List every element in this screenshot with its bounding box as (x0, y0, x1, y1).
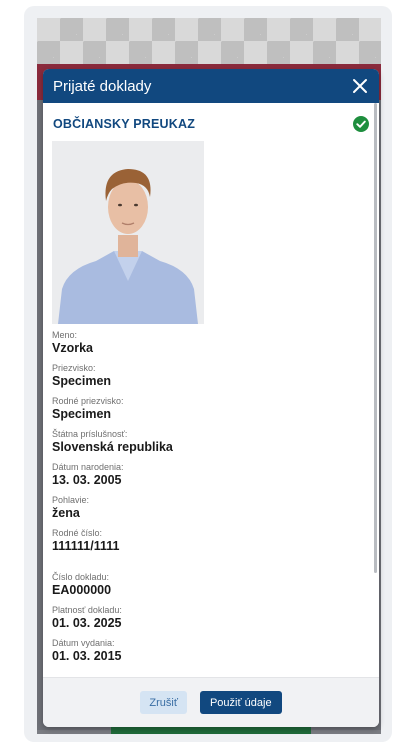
field-issue-date: Dátum vydania: 01. 03. 2015 (43, 637, 379, 664)
field-label: Platnosť dokladu: (52, 605, 122, 615)
field-value: Specimen (52, 374, 112, 388)
field-nationality: Štátna príslušnosť: Slovenská republika (43, 428, 379, 455)
field-label: Štátna príslušnosť: (52, 429, 128, 439)
field-label: Rodné priezvisko: (52, 396, 124, 406)
field-value: 01. 03. 2015 (52, 649, 122, 663)
close-icon[interactable] (351, 77, 369, 95)
check-circle-icon (353, 116, 369, 132)
field-label: Číslo dokladu: (52, 572, 110, 582)
document-fields: Meno: Vzorka Priezvisko: Specimen Rodné … (43, 324, 379, 664)
field-label: Priezvisko: (52, 363, 96, 373)
field-document-number: Číslo dokladu: EA000000 (43, 571, 379, 598)
document-header: OBČIANSKY PREUKAZ (43, 103, 379, 132)
field-value: EA000000 (52, 583, 112, 597)
id-photo (52, 141, 204, 324)
dialog-title: Prijaté doklady (53, 77, 152, 95)
field-first-name: Meno: Vzorka (43, 329, 379, 356)
field-label: Rodné číslo: (52, 528, 103, 538)
field-birth-name: Rodné priezvisko: Specimen (43, 395, 379, 422)
field-value: žena (52, 506, 80, 520)
cancel-button[interactable]: Zrušiť (140, 691, 187, 714)
dialog-header: Prijaté doklady (43, 69, 379, 103)
field-personal-number: Rodné číslo: 111111/1111 (43, 527, 379, 554)
field-value: Slovenská republika (52, 440, 173, 454)
person-photo (52, 141, 204, 324)
dialog-content[interactable]: OBČIANSKY PREUKAZ Meno: Vzorka Priezvisk… (43, 103, 379, 677)
field-label: Dátum vydania: (52, 638, 115, 648)
field-value: 01. 03. 2025 (52, 616, 122, 630)
field-valid-until: Platnosť dokladu: 01. 03. 2025 (43, 604, 379, 631)
use-data-button[interactable]: Použiť údaje (199, 691, 282, 714)
field-sex: Pohlavie: žena (43, 494, 379, 521)
field-value: 13. 03. 2005 (52, 473, 122, 487)
field-label: Meno: (52, 330, 78, 340)
field-last-name: Priezvisko: Specimen (43, 362, 379, 389)
field-value: Specimen (52, 407, 112, 421)
received-documents-dialog: Prijaté doklady OBČIANSKY PREUKAZ Meno: … (43, 69, 379, 727)
field-date-of-birth: Dátum narodenia: 13. 03. 2005 (43, 461, 379, 488)
checker-pattern (37, 18, 381, 64)
field-label: Pohlavie: (52, 495, 90, 505)
document-title: OBČIANSKY PREUKAZ (53, 117, 196, 131)
dialog-footer: Zrušiť Použiť údaje (43, 677, 379, 727)
field-value: Vzorka (52, 341, 93, 355)
field-label: Dátum narodenia: (52, 462, 124, 472)
field-value: 111111/1111 (52, 539, 120, 553)
content-scrollbar[interactable] (374, 103, 377, 573)
